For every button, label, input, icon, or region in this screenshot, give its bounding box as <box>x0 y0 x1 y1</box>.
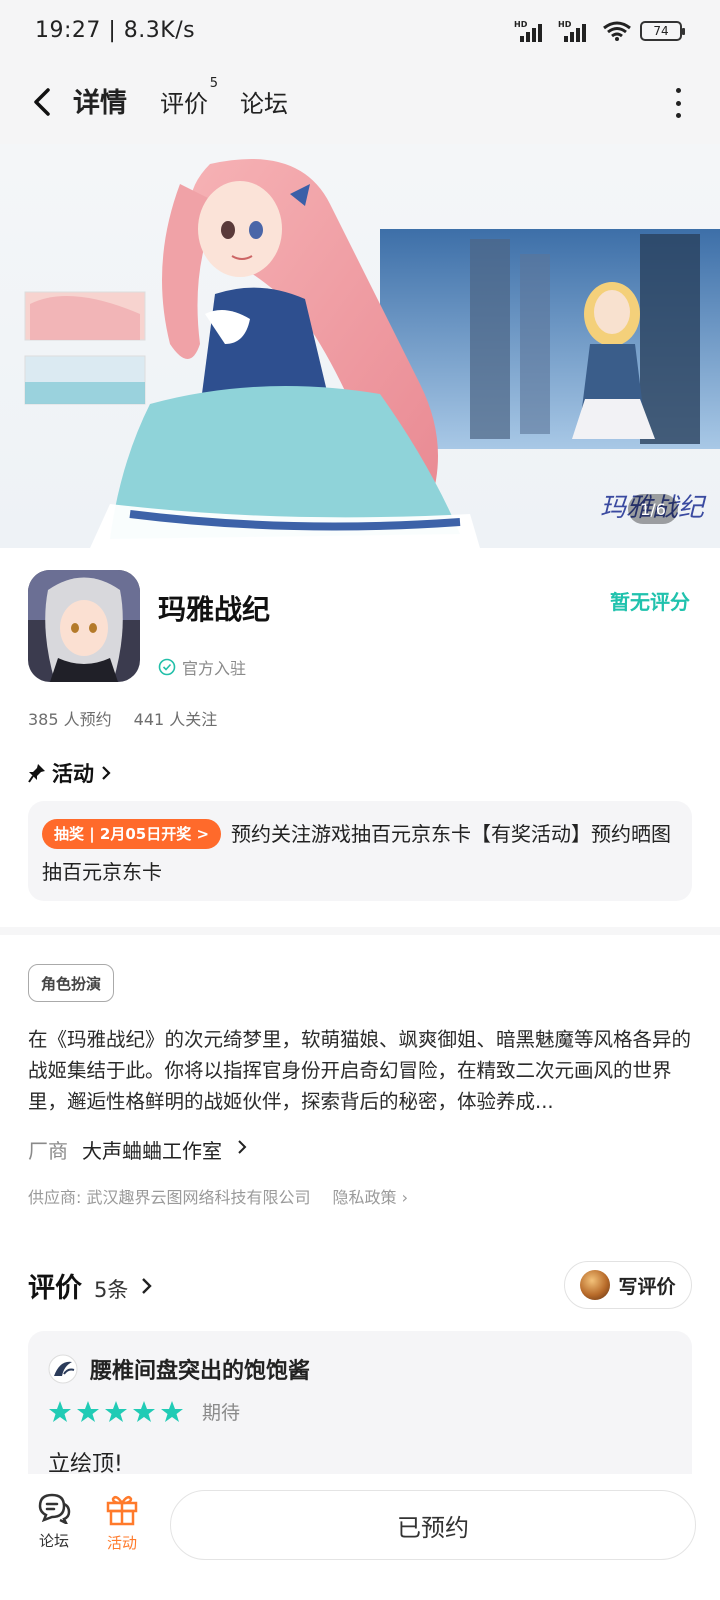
check-circle-icon <box>158 658 176 676</box>
gift-icon <box>106 1495 138 1526</box>
app-icon <box>28 570 140 682</box>
bottom-activity-button[interactable]: 活动 <box>92 1492 152 1553</box>
vendor-name: 大声蛐蛐工作室 <box>82 1139 222 1163</box>
status-bar: 19:27 | 8.3K/s HD HD 74 <box>0 0 720 64</box>
write-review-button[interactable]: 写评价 <box>564 1261 692 1309</box>
chevron-right-icon <box>102 766 111 780</box>
lottery-badge[interactable]: 抽奖 | 2月05日开奖 > <box>42 819 222 849</box>
tab-details[interactable]: 详情 <box>70 81 130 120</box>
star-rating: 期待 <box>48 1398 240 1425</box>
reviewer-name: 腰椎间盘突出的饱饱酱 <box>90 1359 311 1384</box>
pin-icon <box>28 764 45 783</box>
rating-status: 暂无评分 <box>610 590 690 614</box>
reviews-header[interactable]: 评价 5条 <box>28 1266 154 1305</box>
review-card[interactable]: 腰椎间盘突出的饱饱酱 期待 立绘顶! <box>28 1331 692 1491</box>
reserved-button[interactable]: 已预约 <box>170 1490 696 1560</box>
app-stats: 385 人预约 441 人关注 <box>28 706 217 730</box>
more-options-icon[interactable] <box>674 88 682 118</box>
section-divider <box>0 927 720 935</box>
supplier-text: 供应商: 武汉趣界云图网络科技有限公司 <box>28 1188 311 1207</box>
chevron-right-icon <box>238 1140 247 1154</box>
supplier-row: 供应商: 武汉趣界云图网络科技有限公司 隐私政策 › <box>28 1184 408 1208</box>
vendor-row[interactable]: 厂商 大声蛐蛐工作室 <box>28 1135 248 1164</box>
game-banner[interactable]: 玛雅战纪 1/6 <box>0 144 720 548</box>
game-description[interactable]: 在《玛雅战纪》的次元绮梦里，软萌猫娘、飒爽御姐、暗黑魅魔等风格各异的战姬集结于此… <box>28 1024 694 1117</box>
reviews-title: 评价 <box>28 1273 82 1304</box>
battery-icon: 74 <box>640 21 685 41</box>
activity-header[interactable]: 活动 <box>28 758 112 788</box>
star-icon <box>105 1400 127 1422</box>
vendor-label: 厂商 <box>28 1139 68 1163</box>
star-icon <box>77 1400 99 1422</box>
tab-forum[interactable]: 论坛 <box>240 84 288 119</box>
status-icons: HD HD 74 <box>514 20 685 42</box>
banner-pager: 1/6 <box>628 494 678 524</box>
reviews-count: 5条 <box>94 1278 129 1302</box>
reviews-count-badge: 5 <box>209 76 218 91</box>
follower-count: 441 人关注 <box>133 710 218 729</box>
privacy-policy-link[interactable]: 隐私政策 › <box>332 1184 408 1208</box>
reviewer-avatar-icon <box>48 1354 78 1384</box>
chevron-right-icon <box>142 1278 153 1294</box>
wifi-icon <box>603 21 631 41</box>
banner-illustration: 玛雅战纪 <box>24 159 720 548</box>
app-name: 玛雅战纪 <box>158 593 271 626</box>
signal-icon: HD <box>514 20 550 42</box>
genre-tag[interactable]: 角色扮演 <box>28 964 115 1002</box>
top-navigation: 详情 评价 5 论坛 <box>0 64 720 144</box>
back-arrow-icon[interactable] <box>26 82 62 122</box>
tab-reviews[interactable]: 评价 5 <box>160 76 218 119</box>
bottom-action-bar: 论坛 活动 已预约 <box>0 1474 720 1600</box>
activity-card[interactable]: 抽奖 | 2月05日开奖 > 预约关注游戏抽百元京东卡【有奖活动】预约晒图抽百元京… <box>28 801 692 901</box>
review-tag: 期待 <box>202 1402 241 1424</box>
official-badge: 官方入驻 <box>158 655 246 679</box>
user-avatar <box>580 1270 611 1300</box>
reservation-count: 385 人预约 <box>28 710 112 729</box>
star-icon <box>161 1400 183 1422</box>
status-time: 19:27 | 8.3K/s <box>35 18 196 43</box>
bottom-forum-button[interactable]: 论坛 <box>24 1492 84 1551</box>
chat-bubble-icon <box>38 1493 71 1524</box>
star-icon <box>133 1400 155 1422</box>
star-icon <box>49 1400 71 1422</box>
review-user: 腰椎间盘突出的饱饱酱 <box>48 1353 310 1385</box>
signal-icon-2: HD <box>558 20 594 42</box>
